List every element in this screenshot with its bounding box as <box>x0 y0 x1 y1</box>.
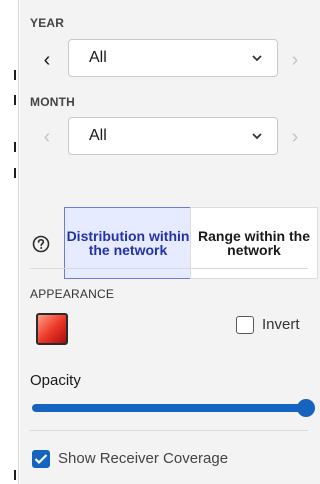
year-select-value: All <box>89 49 107 66</box>
left-gutter-border <box>18 0 19 484</box>
opacity-label: Opacity <box>30 372 81 389</box>
month-next-button[interactable]: › <box>284 127 306 147</box>
month-label: MONTH <box>30 95 75 109</box>
section-divider <box>30 268 308 269</box>
opacity-slider-thumb[interactable] <box>297 399 315 417</box>
year-label: YEAR <box>30 16 65 30</box>
month-select[interactable]: All <box>68 117 278 155</box>
chevron-down-icon <box>252 55 262 62</box>
left-gutter-marks <box>14 0 18 484</box>
receiver-coverage-checkbox[interactable] <box>32 450 50 468</box>
receiver-coverage-label: Show Receiver Coverage <box>58 450 229 467</box>
year-prev-button[interactable]: ‹ <box>36 50 58 70</box>
filter-panel: YEAR ‹ All › MONTH ‹ All › Distribution … <box>20 0 318 484</box>
year-next-button[interactable]: › <box>284 50 306 70</box>
opacity-slider-track[interactable] <box>32 404 312 412</box>
month-prev-button[interactable]: ‹ <box>36 127 58 147</box>
chevron-down-icon <box>252 133 262 140</box>
color-scale-swatch[interactable] <box>36 313 68 345</box>
checkmark-icon <box>34 454 48 465</box>
help-icon[interactable] <box>32 235 50 253</box>
appearance-label: APPEARANCE <box>30 287 115 301</box>
year-select[interactable]: All <box>68 39 278 77</box>
section-divider <box>30 430 308 431</box>
invert-label: Invert <box>262 316 300 333</box>
month-select-value: All <box>89 127 107 144</box>
invert-checkbox[interactable] <box>236 316 254 334</box>
